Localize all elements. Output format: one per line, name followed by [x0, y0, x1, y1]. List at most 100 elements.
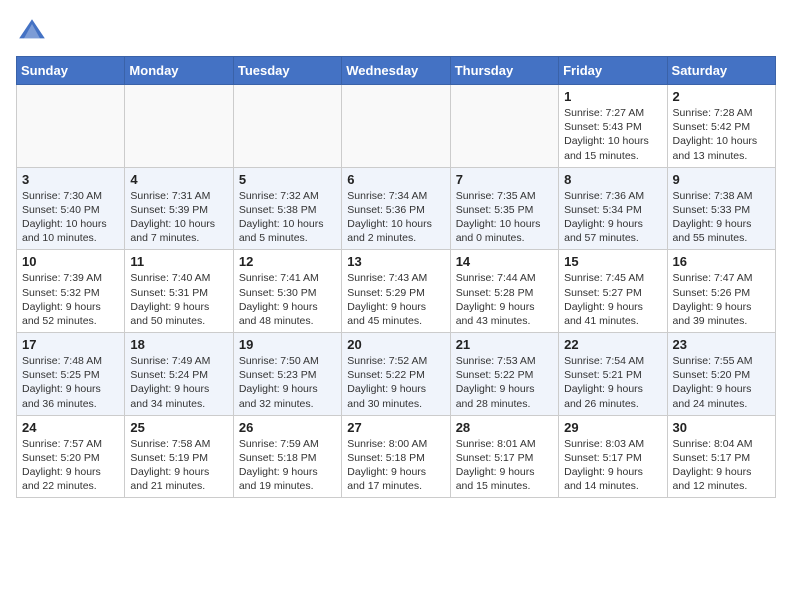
day-info: Sunrise: 7:40 AM Sunset: 5:31 PM Dayligh… — [130, 271, 227, 328]
day-number: 28 — [456, 420, 553, 435]
day-info: Sunrise: 7:59 AM Sunset: 5:18 PM Dayligh… — [239, 437, 336, 494]
day-number: 6 — [347, 172, 444, 187]
day-number: 8 — [564, 172, 661, 187]
calendar-cell — [342, 85, 450, 168]
calendar-cell: 18 Sunrise: 7:49 AM Sunset: 5:24 PM Dayli… — [125, 333, 233, 416]
day-number: 22 — [564, 337, 661, 352]
day-info: Sunrise: 7:45 AM Sunset: 5:27 PM Dayligh… — [564, 271, 661, 328]
calendar-cell: 24 Sunrise: 7:57 AM Sunset: 5:20 PM Dayli… — [17, 415, 125, 498]
day-info: Sunrise: 7:50 AM Sunset: 5:23 PM Dayligh… — [239, 354, 336, 411]
day-info: Sunrise: 7:28 AM Sunset: 5:42 PM Dayligh… — [673, 106, 770, 163]
calendar-cell — [233, 85, 341, 168]
day-number: 5 — [239, 172, 336, 187]
calendar-week-3: 10 Sunrise: 7:39 AM Sunset: 5:32 PM Dayli… — [17, 250, 776, 333]
day-info: Sunrise: 7:48 AM Sunset: 5:25 PM Dayligh… — [22, 354, 119, 411]
day-number: 26 — [239, 420, 336, 435]
day-info: Sunrise: 7:41 AM Sunset: 5:30 PM Dayligh… — [239, 271, 336, 328]
day-info: Sunrise: 7:44 AM Sunset: 5:28 PM Dayligh… — [456, 271, 553, 328]
calendar-cell — [450, 85, 558, 168]
column-header-friday: Friday — [559, 57, 667, 85]
calendar-cell: 15 Sunrise: 7:45 AM Sunset: 5:27 PM Dayli… — [559, 250, 667, 333]
calendar-cell: 5 Sunrise: 7:32 AM Sunset: 5:38 PM Daylig… — [233, 167, 341, 250]
day-number: 4 — [130, 172, 227, 187]
calendar-cell: 22 Sunrise: 7:54 AM Sunset: 5:21 PM Dayli… — [559, 333, 667, 416]
day-info: Sunrise: 7:32 AM Sunset: 5:38 PM Dayligh… — [239, 189, 336, 246]
calendar-cell: 14 Sunrise: 7:44 AM Sunset: 5:28 PM Dayli… — [450, 250, 558, 333]
day-number: 15 — [564, 254, 661, 269]
column-header-tuesday: Tuesday — [233, 57, 341, 85]
day-number: 16 — [673, 254, 770, 269]
calendar-cell: 16Sunrise: 7:47 AM Sunset: 5:26 PM Dayli… — [667, 250, 775, 333]
day-number: 25 — [130, 420, 227, 435]
calendar-cell: 4 Sunrise: 7:31 AM Sunset: 5:39 PM Daylig… — [125, 167, 233, 250]
calendar-cell: 29 Sunrise: 8:03 AM Sunset: 5:17 PM Dayli… — [559, 415, 667, 498]
calendar-cell: 25 Sunrise: 7:58 AM Sunset: 5:19 PM Dayli… — [125, 415, 233, 498]
calendar-body: 1Sunrise: 7:27 AM Sunset: 5:43 PM Daylig… — [17, 85, 776, 498]
day-number: 24 — [22, 420, 119, 435]
day-number: 23 — [673, 337, 770, 352]
day-number: 11 — [130, 254, 227, 269]
day-number: 12 — [239, 254, 336, 269]
day-number: 2 — [673, 89, 770, 104]
day-info: Sunrise: 7:52 AM Sunset: 5:22 PM Dayligh… — [347, 354, 444, 411]
calendar-cell: 21Sunrise: 7:53 AM Sunset: 5:22 PM Dayli… — [450, 333, 558, 416]
calendar-header-row: SundayMondayTuesdayWednesdayThursdayFrid… — [17, 57, 776, 85]
calendar-cell: 1Sunrise: 7:27 AM Sunset: 5:43 PM Daylig… — [559, 85, 667, 168]
day-number: 9 — [673, 172, 770, 187]
calendar-cell: 3 Sunrise: 7:30 AM Sunset: 5:40 PM Daylig… — [17, 167, 125, 250]
day-info: Sunrise: 7:27 AM Sunset: 5:43 PM Dayligh… — [564, 106, 661, 163]
column-header-sunday: Sunday — [17, 57, 125, 85]
calendar-cell: 19Sunrise: 7:50 AM Sunset: 5:23 PM Dayli… — [233, 333, 341, 416]
calendar-cell: 30 Sunrise: 8:04 AM Sunset: 5:17 PM Dayli… — [667, 415, 775, 498]
logo-icon — [16, 16, 48, 48]
calendar-cell: 6 Sunrise: 7:34 AM Sunset: 5:36 PM Daylig… — [342, 167, 450, 250]
day-info: Sunrise: 7:30 AM Sunset: 5:40 PM Dayligh… — [22, 189, 119, 246]
day-number: 30 — [673, 420, 770, 435]
day-number: 20 — [347, 337, 444, 352]
day-info: Sunrise: 8:03 AM Sunset: 5:17 PM Dayligh… — [564, 437, 661, 494]
column-header-wednesday: Wednesday — [342, 57, 450, 85]
column-header-thursday: Thursday — [450, 57, 558, 85]
day-info: Sunrise: 7:58 AM Sunset: 5:19 PM Dayligh… — [130, 437, 227, 494]
day-info: Sunrise: 7:55 AM Sunset: 5:20 PM Dayligh… — [673, 354, 770, 411]
day-info: Sunrise: 8:04 AM Sunset: 5:17 PM Dayligh… — [673, 437, 770, 494]
day-info: Sunrise: 7:43 AM Sunset: 5:29 PM Dayligh… — [347, 271, 444, 328]
day-number: 14 — [456, 254, 553, 269]
day-number: 3 — [22, 172, 119, 187]
calendar-cell: 17Sunrise: 7:48 AM Sunset: 5:25 PM Dayli… — [17, 333, 125, 416]
calendar-week-5: 24 Sunrise: 7:57 AM Sunset: 5:20 PM Dayli… — [17, 415, 776, 498]
calendar-cell: 26 Sunrise: 7:59 AM Sunset: 5:18 PM Dayli… — [233, 415, 341, 498]
day-info: Sunrise: 7:49 AM Sunset: 5:24 PM Dayligh… — [130, 354, 227, 411]
day-number: 7 — [456, 172, 553, 187]
calendar-cell: 13 Sunrise: 7:43 AM Sunset: 5:29 PM Dayli… — [342, 250, 450, 333]
day-number: 18 — [130, 337, 227, 352]
day-number: 27 — [347, 420, 444, 435]
day-info: Sunrise: 8:00 AM Sunset: 5:18 PM Dayligh… — [347, 437, 444, 494]
calendar-cell: 2 Sunrise: 7:28 AM Sunset: 5:42 PM Daylig… — [667, 85, 775, 168]
calendar-cell: 28Sunrise: 8:01 AM Sunset: 5:17 PM Dayli… — [450, 415, 558, 498]
calendar-cell — [125, 85, 233, 168]
day-info: Sunrise: 7:54 AM Sunset: 5:21 PM Dayligh… — [564, 354, 661, 411]
calendar-week-1: 1Sunrise: 7:27 AM Sunset: 5:43 PM Daylig… — [17, 85, 776, 168]
day-info: Sunrise: 7:31 AM Sunset: 5:39 PM Dayligh… — [130, 189, 227, 246]
day-number: 29 — [564, 420, 661, 435]
logo — [16, 16, 52, 48]
day-info: Sunrise: 7:57 AM Sunset: 5:20 PM Dayligh… — [22, 437, 119, 494]
calendar-cell: 12 Sunrise: 7:41 AM Sunset: 5:30 PM Dayli… — [233, 250, 341, 333]
calendar-cell: 7 Sunrise: 7:35 AM Sunset: 5:35 PM Daylig… — [450, 167, 558, 250]
calendar-cell: 9Sunrise: 7:38 AM Sunset: 5:33 PM Daylig… — [667, 167, 775, 250]
day-info: Sunrise: 7:35 AM Sunset: 5:35 PM Dayligh… — [456, 189, 553, 246]
calendar-cell: 8 Sunrise: 7:36 AM Sunset: 5:34 PM Daylig… — [559, 167, 667, 250]
calendar-cell: 10 Sunrise: 7:39 AM Sunset: 5:32 PM Dayli… — [17, 250, 125, 333]
day-info: Sunrise: 7:36 AM Sunset: 5:34 PM Dayligh… — [564, 189, 661, 246]
column-header-saturday: Saturday — [667, 57, 775, 85]
day-info: Sunrise: 7:39 AM Sunset: 5:32 PM Dayligh… — [22, 271, 119, 328]
calendar-week-4: 17Sunrise: 7:48 AM Sunset: 5:25 PM Dayli… — [17, 333, 776, 416]
day-number: 10 — [22, 254, 119, 269]
day-info: Sunrise: 7:34 AM Sunset: 5:36 PM Dayligh… — [347, 189, 444, 246]
day-number: 13 — [347, 254, 444, 269]
column-header-monday: Monday — [125, 57, 233, 85]
calendar-cell: 27 Sunrise: 8:00 AM Sunset: 5:18 PM Dayli… — [342, 415, 450, 498]
day-info: Sunrise: 7:53 AM Sunset: 5:22 PM Dayligh… — [456, 354, 553, 411]
calendar-table: SundayMondayTuesdayWednesdayThursdayFrid… — [16, 56, 776, 498]
